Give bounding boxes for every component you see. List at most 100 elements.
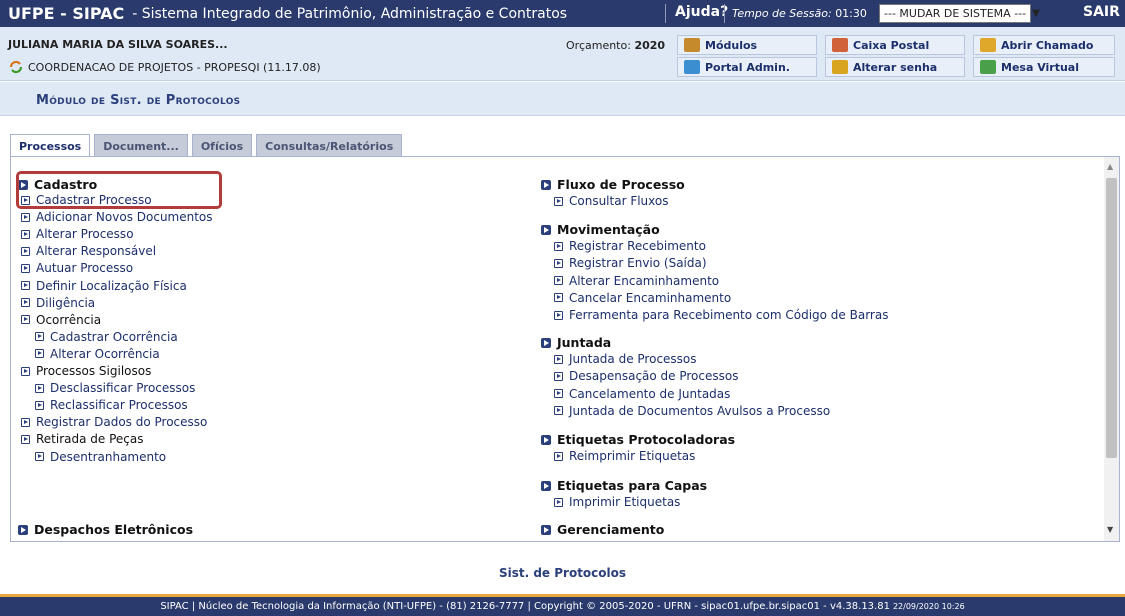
logout-link[interactable]: SAIR [1083, 4, 1120, 20]
item-bullet-icon [554, 310, 563, 320]
section-label: Gerenciamento [557, 522, 665, 537]
menu-item-alterar-encaminhamento[interactable]: Alterar Encaminhamento [554, 274, 719, 288]
menu-item-label: Alterar Processo [36, 227, 134, 242]
menu-item-label: Desapensação de Processos [569, 369, 739, 384]
menu-item-registrar-recebimento[interactable]: Registrar Recebimento [554, 239, 706, 253]
menu-item-label: Desentranhamento [50, 449, 167, 464]
modules-button[interactable]: Módulos [677, 35, 817, 55]
section-bullet-icon [541, 337, 551, 348]
top-bar: UFPE - SIPAC - Sistema Integrado de Patr… [0, 0, 1125, 27]
item-bullet-icon [21, 417, 30, 427]
menu-item-label: Adicionar Novos Documentos [36, 210, 213, 225]
ticket-icon [980, 38, 996, 52]
user-name: JULIANA MARIA DA SILVA SOARES... [8, 38, 228, 51]
menu-item-label: Reimprimir Etiquetas [569, 449, 696, 463]
menu-item-desapensacao-de-processos[interactable]: Desapensação de Processos [554, 369, 738, 383]
section-juntada: Juntada [541, 335, 611, 350]
scroll-down-icon[interactable]: ▼ [1107, 525, 1113, 534]
menu-item-definir-localizacao-fisica[interactable]: Definir Localização Física [21, 279, 187, 293]
section-despachos: Despachos Eletrônicos [18, 522, 193, 537]
item-bullet-icon [21, 229, 30, 239]
menu-item-cancelamento-de-juntadas[interactable]: Cancelamento de Juntadas [554, 387, 730, 401]
menu-item-desclassificar-processos[interactable]: Desclassificar Processos [35, 381, 195, 395]
item-bullet-icon [554, 354, 563, 364]
menu-item-label: Desclassificar Processos [50, 381, 196, 396]
item-bullet-icon [21, 298, 30, 308]
module-title: Módulo de Sist. de Protocolos [36, 93, 241, 108]
section-movimentacao: Movimentação [541, 222, 660, 237]
menu-item-desentranhamento[interactable]: Desentranhamento [35, 450, 166, 464]
virtual-desk-label: Mesa Virtual [1001, 60, 1080, 74]
user-unit[interactable]: COORDENACAO DE PROJETOS - PROPESQI (11.1… [8, 60, 321, 74]
section-bullet-icon [541, 179, 551, 190]
menu-item-alterar-processo[interactable]: Alterar Processo [21, 227, 134, 241]
scrollbar[interactable]: ▲ ▼ [1104, 157, 1119, 541]
menu-item-label: Retirada de Peças [36, 432, 144, 447]
tab-documentos[interactable]: Document... [94, 134, 188, 157]
menu-item-label: Processos Sigilosos [36, 364, 152, 378]
section-capas: Etiquetas para Capas [541, 478, 707, 493]
user-unit-label: COORDENACAO DE PROJETOS - PROPESQI (11.1… [28, 60, 321, 74]
tab-bar: Processos Document... Ofícios Consultas/… [10, 134, 403, 158]
change-system-label: --- MUDAR DE SISTEMA --- [884, 7, 1027, 20]
open-ticket-label: Abrir Chamado [1001, 38, 1094, 52]
menu-item-registrar-dados-do-processo[interactable]: Registrar Dados do Processo [21, 415, 207, 429]
menu-item-cancelar-encaminhamento[interactable]: Cancelar Encaminhamento [554, 291, 731, 305]
menu-item-ferramenta-para-recebimento-com-codigo-de-barras[interactable]: Ferramenta para Recebimento com Código d… [554, 308, 888, 322]
open-ticket-button[interactable]: Abrir Chamado [973, 35, 1115, 55]
item-bullet-icon [35, 400, 44, 410]
menu-item-label: Cancelamento de Juntadas [569, 386, 731, 401]
menu-item-alterar-ocorrencia[interactable]: Alterar Ocorrência [35, 347, 160, 361]
tab-consultas-relatorios[interactable]: Consultas/Relatórios [256, 134, 403, 157]
menu-item-label: Autuar Processo [36, 261, 134, 276]
menu-item-label: Imprimir Etiquetas [569, 495, 681, 509]
menu-item-alterar-responsavel[interactable]: Alterar Responsável [21, 244, 156, 258]
section-label: Etiquetas para Capas [557, 478, 708, 493]
virtual-desk-button[interactable]: Mesa Virtual [973, 57, 1115, 77]
portal-admin-label: Portal Admin. [705, 60, 790, 74]
menu-item-label: Definir Localização Física [36, 278, 187, 293]
session-label: Tempo de Sessão: [732, 7, 832, 20]
session-timer: Tempo de Sessão: 01:30 [732, 7, 867, 20]
item-bullet-icon [554, 389, 563, 399]
menu-item-retirada-de-pecas[interactable]: Retirada de Peças [21, 432, 144, 446]
menu-item-cadastrar-ocorrencia[interactable]: Cadastrar Ocorrência [35, 330, 178, 344]
session-time: 01:30 [835, 7, 867, 20]
module-footer-link[interactable]: Sist. de Protocolos [0, 566, 1125, 580]
portal-icon [684, 60, 700, 74]
change-system-select[interactable]: --- MUDAR DE SISTEMA --- ▼ [879, 4, 1040, 23]
item-bullet-icon [554, 293, 563, 303]
item-bullet-icon [21, 366, 30, 376]
menu-item-label: Alterar Ocorrência [50, 346, 160, 361]
help-link[interactable]: Ajuda? [675, 4, 728, 20]
mailbox-label: Caixa Postal [853, 38, 930, 52]
menu-item-processos-sigilosos[interactable]: Processos Sigilosos [21, 364, 151, 378]
menu-item-reclassificar-processos[interactable]: Reclassificar Processos [35, 398, 188, 412]
tab-oficios[interactable]: Ofícios [191, 134, 253, 157]
portal-admin-button[interactable]: Portal Admin. [677, 57, 817, 77]
menu-item-reimprimir-etiquetas[interactable]: Reimprimir Etiquetas [554, 449, 695, 463]
menu-item-imprimir-etiquetas[interactable]: Imprimir Etiquetas [554, 495, 680, 509]
menu-item-autuar-processo[interactable]: Autuar Processo [21, 261, 133, 275]
menu-item-registrar-envio-saida[interactable]: Registrar Envio (Saída) [554, 256, 707, 270]
scroll-up-icon[interactable]: ▲ [1107, 162, 1113, 171]
change-password-label: Alterar senha [853, 60, 938, 74]
menu-item-adicionar-novos-documentos[interactable]: Adicionar Novos Documentos [21, 210, 213, 224]
change-unit-icon[interactable] [8, 60, 24, 74]
change-password-button[interactable]: Alterar senha [825, 57, 965, 77]
section-bullet-icon [541, 524, 551, 535]
menu-item-consultar-fluxos[interactable]: Consultar Fluxos [554, 194, 669, 208]
scrollbar-thumb[interactable] [1106, 178, 1117, 458]
menu-item-juntada-de-processos[interactable]: Juntada de Processos [554, 352, 697, 366]
user-info-area: JULIANA MARIA DA SILVA SOARES... COORDEN… [0, 27, 1125, 81]
menu-item-ocorrencia[interactable]: Ocorrência [21, 313, 101, 327]
mailbox-button[interactable]: Caixa Postal [825, 35, 965, 55]
chevron-down-icon: ▼ [1032, 8, 1040, 19]
item-bullet-icon [35, 452, 44, 461]
tab-processos[interactable]: Processos [10, 134, 91, 158]
menu-item-diligencia[interactable]: Diligência [21, 296, 95, 310]
modules-label: Módulos [705, 38, 758, 52]
menu-item-label: Ocorrência [36, 312, 102, 327]
desk-icon [980, 60, 996, 74]
menu-item-juntada-de-documentos-avulsos-a-processo[interactable]: Juntada de Documentos Avulsos a Processo [554, 404, 830, 418]
